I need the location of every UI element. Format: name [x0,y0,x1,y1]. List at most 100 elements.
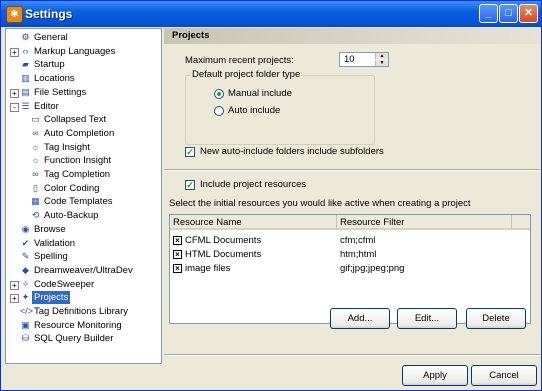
tree-item[interactable]: ▣ Resource Monitoring [6,319,161,332]
tree-item[interactable]: ⚙ General [6,31,161,44]
footer-separator [164,354,540,356]
spelling-icon: ✎ [21,251,30,262]
resource-name: CFML Documents [185,235,262,246]
tree-item-label[interactable]: CodeSweeper [34,278,94,291]
settings-icon: ⚙ [21,32,30,42]
resource-checkbox[interactable]: × [173,264,182,273]
separator-line [164,169,540,171]
tree-item-label[interactable]: Startup [34,58,65,71]
tree-item-label[interactable]: Function Insight [44,154,111,167]
tree-item[interactable]: ∞ Auto Completion [6,127,161,140]
include-resources-checkbox[interactable]: ✓ [185,180,195,190]
tree-item-label[interactable]: Spelling [34,250,68,263]
tree-item-label[interactable]: Locations [34,72,75,85]
broom-icon: ✧ [21,278,30,289]
tree-item-label[interactable]: Tag Definitions Library [34,305,128,318]
tree-item-label[interactable]: File Settings [34,86,86,99]
app-icon: ✱ [6,6,23,23]
tree-item-label[interactable]: Auto Completion [44,127,114,140]
arrow-up-icon: ▲ [379,53,385,59]
apply-button[interactable]: Apply [402,365,468,386]
tree-item-label[interactable]: Auto-Backup [44,209,98,222]
spin-down-button[interactable]: ▼ [375,60,388,66]
new-auto-include-label[interactable]: New auto-include folders include subfold… [200,146,384,157]
browse-icon: ◉ [21,223,30,234]
validation-icon: ✔ [21,237,30,248]
tree-item[interactable]: ▯ Color Coding [6,182,161,195]
tree-item[interactable]: ▥ Locations [6,72,161,85]
tree-item[interactable]: ∞ Tag Completion [6,168,161,181]
tree-item-label[interactable]: Markup Languages [34,45,115,58]
settings-tree[interactable]: ⚙ General + ‹› Markup Languages ▰ Startup ▥ Loca… [5,28,162,364]
expand-icon[interactable]: + [10,47,19,57]
tree-item[interactable]: </> Tag Definitions Library [6,305,161,318]
tree-item-label[interactable]: Editor [34,100,59,113]
tree-item[interactable]: - ☰ Editor [6,100,161,113]
tree-item-label[interactable]: Tag Completion [44,168,110,181]
tree-item-label[interactable]: Dreamweaver/UltraDev [34,264,133,277]
tree-item-label[interactable]: Collapsed Text [44,113,106,126]
cancel-button[interactable]: Cancel [471,365,537,386]
tree-item[interactable]: ⛁ SQL Query Builder [6,332,161,345]
expand-icon[interactable]: + [10,294,19,304]
tree-item[interactable]: ✎ Spelling [6,250,161,263]
auto-include-radio[interactable] [214,106,224,116]
tree-item[interactable]: + ▤ File Settings [6,86,161,99]
new-auto-include-checkbox[interactable]: ✓ [185,147,195,157]
tree-item[interactable]: ◉ Browse [6,223,161,236]
tree-item[interactable]: ⟲ Auto-Backup [6,209,161,222]
add-button[interactable]: Add... [330,308,390,329]
delete-button[interactable]: Delete [466,308,526,329]
column-header-resource-filter[interactable]: Resource Filter [337,215,512,230]
tree-item-label[interactable]: Validation [34,237,75,250]
tree-item-label[interactable]: Resource Monitoring [34,319,122,332]
title-bar[interactable]: ✱ Settings _ □ ✕ [1,1,541,27]
tree-item-label[interactable]: Tag Insight [44,141,90,154]
include-resources-label[interactable]: Include project resources [200,179,306,190]
tree-item[interactable]: ▭ Collapsed Text [6,113,161,126]
close-icon: ✕ [523,7,534,19]
max-recent-spinner[interactable]: 10 ▲ ▼ [339,52,389,67]
tree-item[interactable]: ▦ Code Templates [6,195,161,208]
expand-icon[interactable]: + [10,280,19,290]
auto-include-label[interactable]: Auto include [228,105,280,116]
tree-item-label[interactable]: General [34,31,68,44]
spin-up-button[interactable]: ▲ [375,53,388,59]
folder-icon: ▰ [22,59,29,70]
tree-item-label[interactable]: Browse [34,223,66,236]
tree-item[interactable]: ☼ Tag Insight [6,141,161,154]
collapse-tree-icon[interactable]: - [10,102,19,112]
tree-item[interactable]: ▰ Startup [6,58,161,71]
tree-item-label[interactable]: SQL Query Builder [34,332,113,345]
glasses-icon: ∞ [32,169,39,179]
minimize-icon: _ [485,7,492,19]
manual-include-radio[interactable] [214,89,224,99]
tree-item[interactable]: ☼ Function Insight [6,154,161,167]
tree-item[interactable]: ✔ Validation [6,237,161,250]
expand-icon[interactable]: + [10,88,19,98]
maximize-button[interactable]: □ [499,4,518,23]
projects-icon: ✦ [21,292,30,303]
max-recent-value[interactable]: 10 [344,54,355,65]
close-button[interactable]: ✕ [519,4,538,23]
tree-item[interactable]: + ✧ CodeSweeper [6,278,161,291]
dreamweaver-icon: ◆ [22,264,29,275]
resource-checkbox[interactable]: × [173,236,182,245]
minimize-button[interactable]: _ [479,4,498,23]
resource-checkbox[interactable]: × [173,250,182,259]
manual-include-label[interactable]: Manual include [228,88,292,99]
tree-item[interactable]: + ✦ Projects [6,291,161,305]
tree-item-label[interactable]: Projects [32,291,71,305]
code-icon: ‹› [22,45,29,56]
glasses-icon: ∞ [32,127,39,138]
template-icon: ▦ [31,196,40,207]
tree-item[interactable]: ◆ Dreamweaver/UltraDev [6,264,161,277]
tree-item-label[interactable]: Color Coding [44,182,99,195]
backup-icon: ⟲ [31,210,40,221]
projects-panel: Projects Maximum recent projects: 10 ▲ ▼… [164,28,540,364]
column-header-resource-name[interactable]: Resource Name [170,215,337,230]
tree-item-label[interactable]: Code Templates [44,195,112,208]
edit-button[interactable]: Edit... [397,308,457,329]
maximize-icon: □ [505,7,512,19]
tree-item[interactable]: + ‹› Markup Languages [6,45,161,58]
